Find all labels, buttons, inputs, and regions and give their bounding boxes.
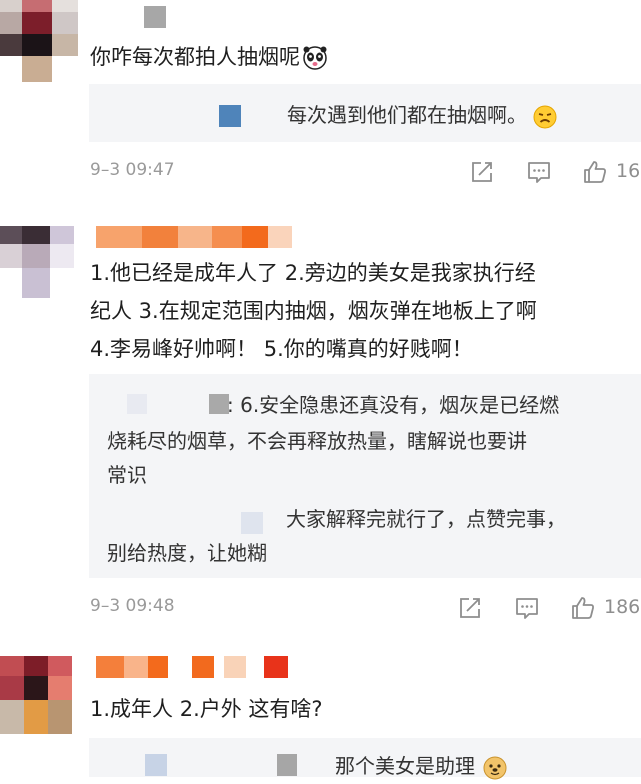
reply-text: : 6.安全隐患还真没有，烟灰是已经燃: [227, 393, 560, 417]
reply-text: 大家解释完就行了，点赞完事，: [286, 507, 566, 531]
comment-icon[interactable]: [513, 594, 541, 622]
share-icon[interactable]: [468, 158, 496, 186]
like-count: 186: [604, 596, 641, 618]
doge-face-icon: [483, 756, 507, 780]
share-icon[interactable]: [456, 594, 484, 622]
reply-avatar-redacted: [241, 512, 263, 534]
like-icon[interactable]: [569, 594, 597, 622]
avatar[interactable]: [0, 226, 78, 298]
panda-face-icon: [302, 45, 328, 71]
timestamp: 9–3 09:47: [90, 160, 175, 180]
reply-box[interactable]: 那个美女是助理: [89, 738, 641, 779]
reply-text: 别给热度，让她糊: [107, 541, 267, 565]
comment-meta: 9–3 09:48 186: [0, 594, 641, 624]
reply-avatar-redacted: [145, 754, 167, 776]
reply-text: 那个美女是助理: [335, 748, 507, 784]
comment-icon[interactable]: [525, 158, 553, 186]
timestamp: 9–3 09:48: [90, 596, 175, 616]
reply-text: 烧耗尽的烟草，不会再释放热量，瞎解说也要讲: [107, 429, 527, 453]
username-redacted[interactable]: [96, 226, 292, 248]
username-redacted[interactable]: [96, 656, 290, 678]
reply-avatar-redacted: [127, 394, 147, 414]
comment-text: 1.他已经是成年人了 2.旁边的美女是我家执行经 纪人 3.在规定范围内抽烟，烟…: [90, 261, 537, 361]
comment-text: 1.成年人 2.户外 这有啥?: [90, 697, 323, 721]
comment-meta: 9–3 09:47 16: [0, 158, 641, 188]
like-icon[interactable]: [581, 158, 609, 186]
reply-avatar-redacted: [209, 394, 229, 414]
sad-face-icon: [533, 105, 557, 129]
like-count: 16: [616, 160, 641, 182]
reply-text: 每次遇到他们都在抽烟啊。: [287, 97, 557, 133]
avatar[interactable]: [0, 656, 72, 734]
username-redacted[interactable]: [144, 6, 166, 28]
reply-text: 常识: [107, 463, 147, 487]
reply-box[interactable]: : 6.安全隐患还真没有，烟灰是已经燃 烧耗尽的烟草，不会再释放热量，瞎解说也要…: [89, 374, 641, 578]
comment-text: 你咋每次都拍人抽烟呢: [90, 38, 328, 76]
reply-box[interactable]: 每次遇到他们都在抽烟啊。: [89, 84, 641, 142]
reply-avatar-redacted: [219, 105, 241, 127]
avatar[interactable]: [0, 0, 78, 82]
reply-avatar-redacted: [277, 754, 297, 776]
